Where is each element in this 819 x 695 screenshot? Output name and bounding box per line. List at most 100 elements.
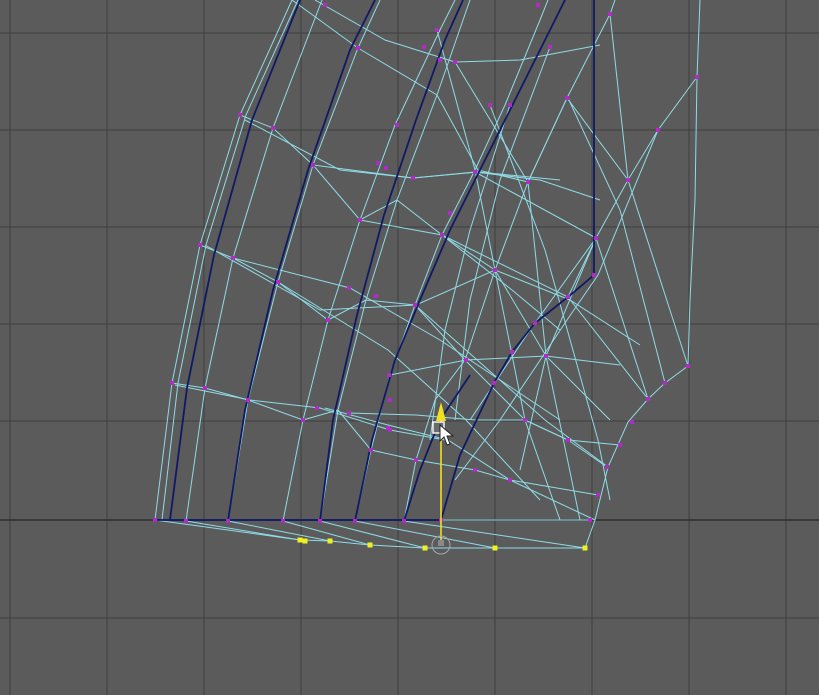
mesh-vertex[interactable]: [508, 478, 512, 482]
mesh-vertex[interactable]: [526, 180, 530, 184]
mesh-vertex[interactable]: [566, 295, 570, 299]
mesh-vertex[interactable]: [326, 318, 330, 322]
selected-vertex[interactable]: [582, 545, 588, 551]
mesh-vertex[interactable]: [510, 350, 514, 354]
mesh-vertex[interactable]: [226, 519, 230, 523]
mesh-vertex[interactable]: [411, 176, 415, 180]
mesh-edge: [185, 0, 323, 522]
mesh-vertex[interactable]: [588, 518, 592, 522]
mesh-vertex[interactable]: [686, 364, 690, 368]
mesh-vertex[interactable]: [395, 123, 399, 127]
gizmo-y-arrow-icon[interactable]: [436, 402, 446, 421]
mesh-vertex[interactable]: [387, 373, 391, 377]
selected-vertex[interactable]: [367, 542, 373, 548]
mesh-vertex[interactable]: [533, 321, 537, 325]
mesh-edge: [239, 114, 611, 421]
mesh-vertex[interactable]: [281, 519, 285, 523]
mesh-vertex[interactable]: [596, 493, 600, 497]
mesh-vertex[interactable]: [646, 397, 650, 401]
mesh-vertex[interactable]: [508, 103, 512, 107]
mesh-vertex[interactable]: [203, 386, 207, 390]
mesh-edge: [282, 0, 456, 522]
mesh-vertex[interactable]: [464, 358, 468, 362]
mesh-vertex[interactable]: [153, 518, 157, 522]
mesh-edge: [403, 0, 616, 522]
mesh-vertex[interactable]: [184, 519, 188, 523]
move-gizmo[interactable]: [431, 402, 451, 555]
mesh-vertex[interactable]: [605, 465, 609, 469]
mesh-edge: [584, 519, 596, 549]
mesh-vertex[interactable]: [695, 75, 699, 79]
mesh-edge: [282, 520, 371, 546]
3d-viewport[interactable]: [0, 0, 819, 695]
mesh-vertex[interactable]: [198, 243, 202, 247]
mesh-vertex[interactable]: [386, 426, 390, 430]
mesh-vertex[interactable]: [318, 519, 322, 523]
selected-vertex[interactable]: [302, 538, 308, 544]
mesh-vertex[interactable]: [376, 161, 380, 165]
mesh-vertex[interactable]: [448, 211, 452, 215]
mesh-edge: [227, 0, 381, 522]
mesh-edge: [314, 0, 601, 63]
mesh-edge: [474, 171, 597, 239]
mesh-vertex[interactable]: [353, 519, 357, 523]
mesh-vertex[interactable]: [311, 163, 315, 167]
viewport-canvas[interactable]: [0, 0, 819, 695]
mesh-vertex[interactable]: [608, 12, 612, 16]
mesh-vertex[interactable]: [523, 418, 527, 422]
mesh-vertex[interactable]: [414, 458, 418, 462]
mesh-vertex[interactable]: [536, 3, 540, 7]
selected-vertex[interactable]: [327, 538, 333, 544]
mesh-vertex[interactable]: [492, 381, 496, 385]
mesh-vertex[interactable]: [422, 45, 426, 49]
mesh-vertex[interactable]: [566, 438, 570, 442]
mesh-vertex[interactable]: [369, 448, 373, 452]
mesh-vertex[interactable]: [493, 268, 497, 272]
mesh-vertex[interactable]: [246, 398, 250, 402]
mesh-vertex[interactable]: [453, 60, 457, 64]
gizmo-pivot-marker: [438, 540, 444, 546]
mesh-edge: [359, 219, 561, 331]
mesh-vertex[interactable]: [347, 286, 351, 290]
selected-vertex[interactable]: [297, 537, 303, 543]
mesh-vertex[interactable]: [402, 519, 406, 523]
mesh-vertex[interactable]: [594, 236, 598, 240]
mesh-edge: [567, 97, 666, 384]
selected-vertex[interactable]: [422, 545, 428, 551]
mesh-vertex[interactable]: [473, 170, 477, 174]
mesh-vertex[interactable]: [630, 420, 634, 424]
mesh-vertex[interactable]: [170, 381, 174, 385]
mesh-vertex[interactable]: [618, 443, 622, 447]
mesh-vertex[interactable]: [238, 113, 242, 117]
mesh-vertex[interactable]: [656, 128, 660, 132]
mesh-vertex[interactable]: [356, 46, 360, 50]
mesh-vertex[interactable]: [388, 398, 392, 402]
mesh-vertex[interactable]: [374, 294, 378, 298]
mesh-vertex[interactable]: [565, 96, 569, 100]
mesh-vertex[interactable]: [440, 233, 444, 237]
mesh-edge: [609, 13, 689, 367]
mesh-vertex[interactable]: [473, 468, 477, 472]
mesh-vertex[interactable]: [315, 406, 319, 410]
mesh-vertex[interactable]: [413, 303, 417, 307]
mesh-edge: [594, 0, 701, 521]
mesh-vertex[interactable]: [438, 58, 442, 62]
mesh-vertex[interactable]: [301, 418, 305, 422]
mesh-vertex[interactable]: [544, 354, 548, 358]
mesh-vertex[interactable]: [323, 3, 327, 7]
mesh-vertex[interactable]: [592, 273, 596, 277]
mesh-edge: [277, 281, 541, 501]
mesh-vertex[interactable]: [548, 45, 552, 49]
mesh-vertex[interactable]: [358, 218, 362, 222]
mesh-vertex[interactable]: [488, 103, 492, 107]
mesh-vertex[interactable]: [276, 280, 280, 284]
mesh-vertex[interactable]: [663, 381, 667, 385]
mesh-vertex[interactable]: [384, 166, 388, 170]
mesh-vertex[interactable]: [435, 28, 439, 32]
selected-vertex[interactable]: [492, 545, 498, 551]
mesh-vertex[interactable]: [231, 256, 235, 260]
mesh-vertex[interactable]: [626, 178, 630, 182]
mesh-edge: [595, 237, 649, 400]
mesh-vertex[interactable]: [347, 411, 351, 415]
mesh-vertex[interactable]: [271, 126, 275, 130]
